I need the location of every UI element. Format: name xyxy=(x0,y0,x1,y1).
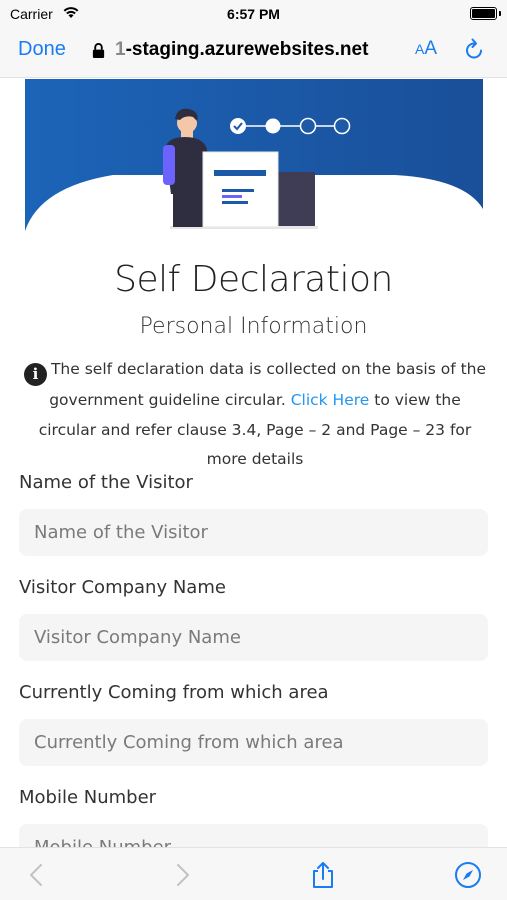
info-notice: i The self declaration data is collected … xyxy=(22,355,488,475)
url-domain: -staging.azurewebsites.net xyxy=(125,39,369,60)
page-title: Self Declaration xyxy=(114,259,393,300)
address-bar[interactable]: 1-staging.azurewebsites.net xyxy=(92,38,368,62)
company-name-label: Visitor Company Name xyxy=(19,577,226,598)
text-size-small: A xyxy=(415,41,425,57)
reload-icon[interactable] xyxy=(462,38,486,62)
compass-icon[interactable] xyxy=(454,861,482,889)
mobile-number-label: Mobile Number xyxy=(19,787,157,808)
web-page: Self Declaration Personal Information iT… xyxy=(0,79,507,847)
done-button[interactable]: Done xyxy=(18,38,66,61)
url-text: 1-staging.azurewebsites.net xyxy=(115,39,368,61)
browser-toolbar xyxy=(0,847,507,900)
browser-nav-bar: Done 1-staging.azurewebsites.net AA xyxy=(0,28,507,78)
info-icon: i xyxy=(23,363,47,386)
page-subtitle: Personal Information xyxy=(139,314,368,339)
lock-icon xyxy=(92,42,105,58)
visitor-name-input[interactable] xyxy=(19,509,488,556)
clock: 6:57 PM xyxy=(227,6,280,22)
coming-from-area-label: Currently Coming from which area xyxy=(19,682,329,703)
url-prefix: 1 xyxy=(115,39,126,60)
share-icon[interactable] xyxy=(309,861,337,889)
hero-banner xyxy=(25,79,483,231)
coming-from-area-input[interactable] xyxy=(19,719,488,766)
battery-icon xyxy=(470,7,497,20)
visitor-name-label: Name of the Visitor xyxy=(19,472,193,493)
forward-icon[interactable] xyxy=(168,861,196,889)
company-name-input[interactable] xyxy=(19,614,488,661)
status-bar: Carrier 6:57 PM xyxy=(0,0,507,28)
battery-tip xyxy=(499,11,501,16)
click-here-link[interactable]: Click Here xyxy=(291,391,370,409)
text-size-button[interactable]: AA xyxy=(415,38,437,60)
back-icon[interactable] xyxy=(23,861,51,889)
text-size-big: A xyxy=(424,38,438,59)
mobile-number-input[interactable] xyxy=(19,824,488,847)
